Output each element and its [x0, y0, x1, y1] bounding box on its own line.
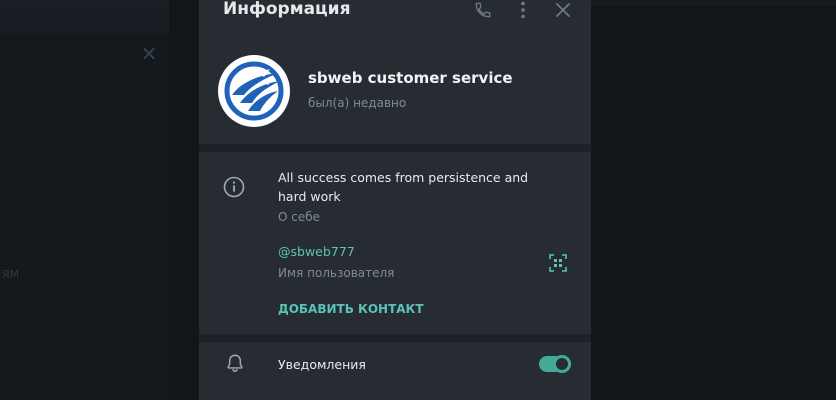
- bio-text: All success comes from persistence and h…: [278, 170, 529, 204]
- close-icon[interactable]: [552, 0, 574, 20]
- username-label: Имя пользователя: [278, 266, 395, 280]
- profile-name: sbweb customer service: [308, 69, 513, 87]
- info-modal: Информация sbweb customer service был(а)…: [199, 0, 591, 400]
- add-contact-button[interactable]: ДОБАВИТЬ КОНТАКТ: [278, 300, 424, 318]
- info-icon: [222, 175, 246, 199]
- phone-icon[interactable]: [472, 0, 494, 20]
- background-close-icon: ×: [140, 41, 158, 65]
- background-text-fragment: ЯМ: [2, 268, 20, 281]
- more-vertical-icon[interactable]: [512, 0, 534, 20]
- modal-title: Информация: [223, 0, 351, 19]
- toggle-knob: [553, 355, 571, 373]
- profile-header: sbweb customer service был(а) недавно: [199, 22, 591, 144]
- background-right-top-strip: [591, 0, 836, 6]
- notifications-toggle[interactable]: [539, 355, 571, 373]
- profile-status: был(а) недавно: [308, 96, 407, 110]
- avatar[interactable]: [218, 55, 290, 127]
- background-left-panel: × ЯМ: [0, 0, 169, 400]
- notifications-label: Уведомления: [278, 357, 366, 372]
- section-divider: [199, 334, 591, 342]
- username-link[interactable]: @sbweb777: [278, 243, 355, 261]
- logo-icon: [224, 61, 284, 121]
- notifications-row[interactable]: Уведомления: [199, 342, 591, 400]
- section-divider: [199, 144, 591, 152]
- bell-icon: [224, 352, 246, 374]
- info-section: All success comes from persistence and h…: [199, 152, 591, 334]
- modal-header: Информация: [199, 0, 591, 22]
- qr-code-icon[interactable]: [549, 254, 567, 272]
- background-search-bar: [0, 6, 169, 33]
- bio-label: О себе: [278, 210, 321, 224]
